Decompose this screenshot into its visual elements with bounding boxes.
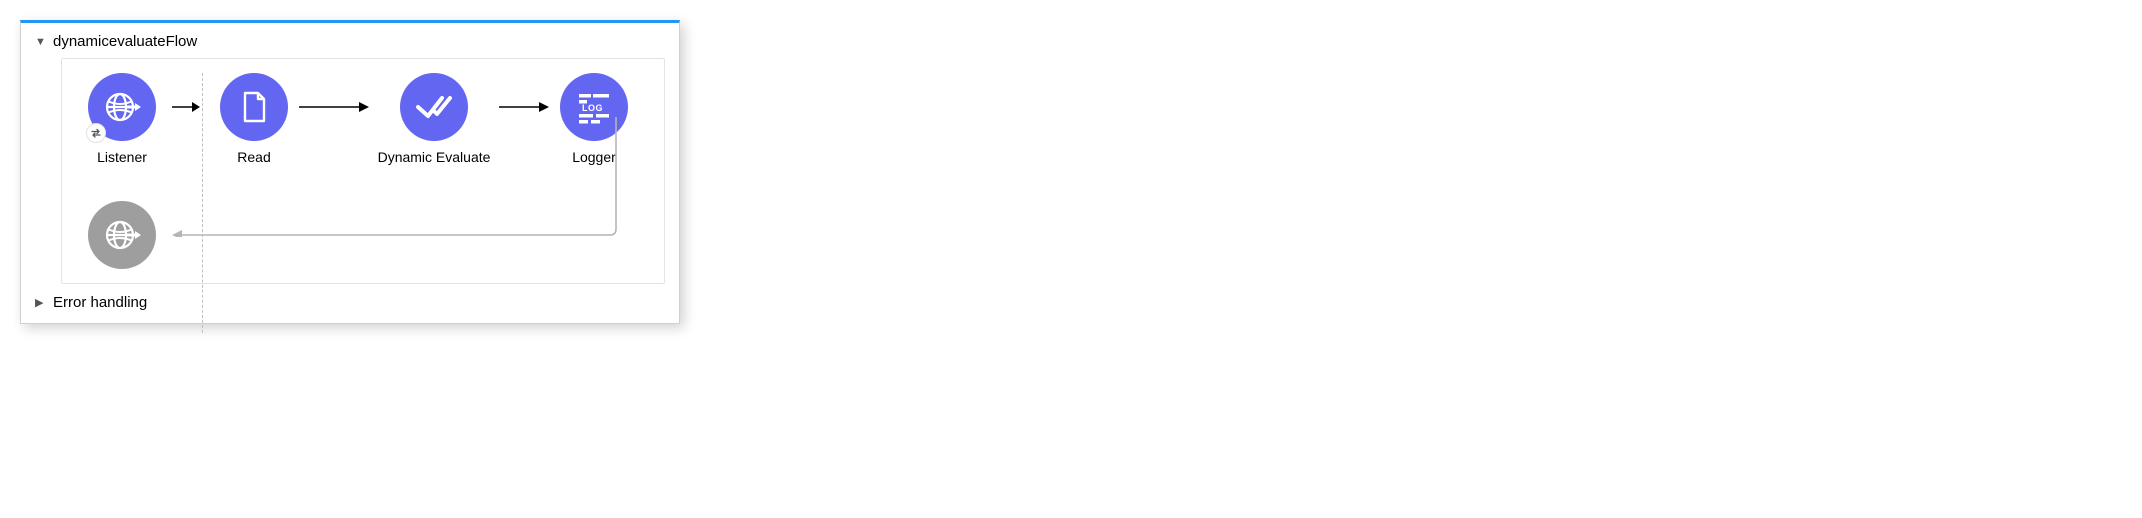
flow-panel: ▼ dynamicevaluateFlow [20,20,680,324]
response-node[interactable] [72,201,172,269]
read-label: Read [237,149,270,165]
arrow [172,73,200,141]
exchange-icon [86,123,106,143]
double-check-icon [412,89,456,125]
error-section-title: Error handling [53,294,147,311]
arrow [499,73,549,141]
flow-title: dynamicevaluateFlow [53,33,197,50]
svg-text:LOG: LOG [582,103,603,113]
read-circle [220,73,288,141]
log-icon: LOG [573,87,615,127]
logger-circle: LOG [560,73,628,141]
response-row [72,201,654,269]
node-row: Listener Read [72,73,654,165]
evaluate-circle [400,73,468,141]
read-node[interactable]: Read [209,73,299,165]
logger-label: Logger [572,149,616,165]
flow-header[interactable]: ▼ dynamicevaluateFlow [35,33,665,50]
globe-arrow-icon [102,87,142,127]
evaluate-label: Dynamic Evaluate [378,149,491,165]
arrow [299,73,369,141]
listener-label: Listener [97,149,147,165]
logger-node[interactable]: LOG Logger [549,73,639,165]
globe-arrow-icon [102,215,142,255]
chevron-down-icon: ▼ [35,36,47,48]
chevron-right-icon: ▶ [35,296,47,309]
file-icon [236,87,272,127]
response-circle [88,201,156,269]
listener-node[interactable]: Listener [72,73,172,165]
listener-circle [88,73,156,141]
error-section-header[interactable]: ▶ Error handling [35,294,665,311]
source-divider [200,73,209,141]
flow-canvas: Listener Read [61,58,665,284]
evaluate-node[interactable]: Dynamic Evaluate [369,73,499,165]
